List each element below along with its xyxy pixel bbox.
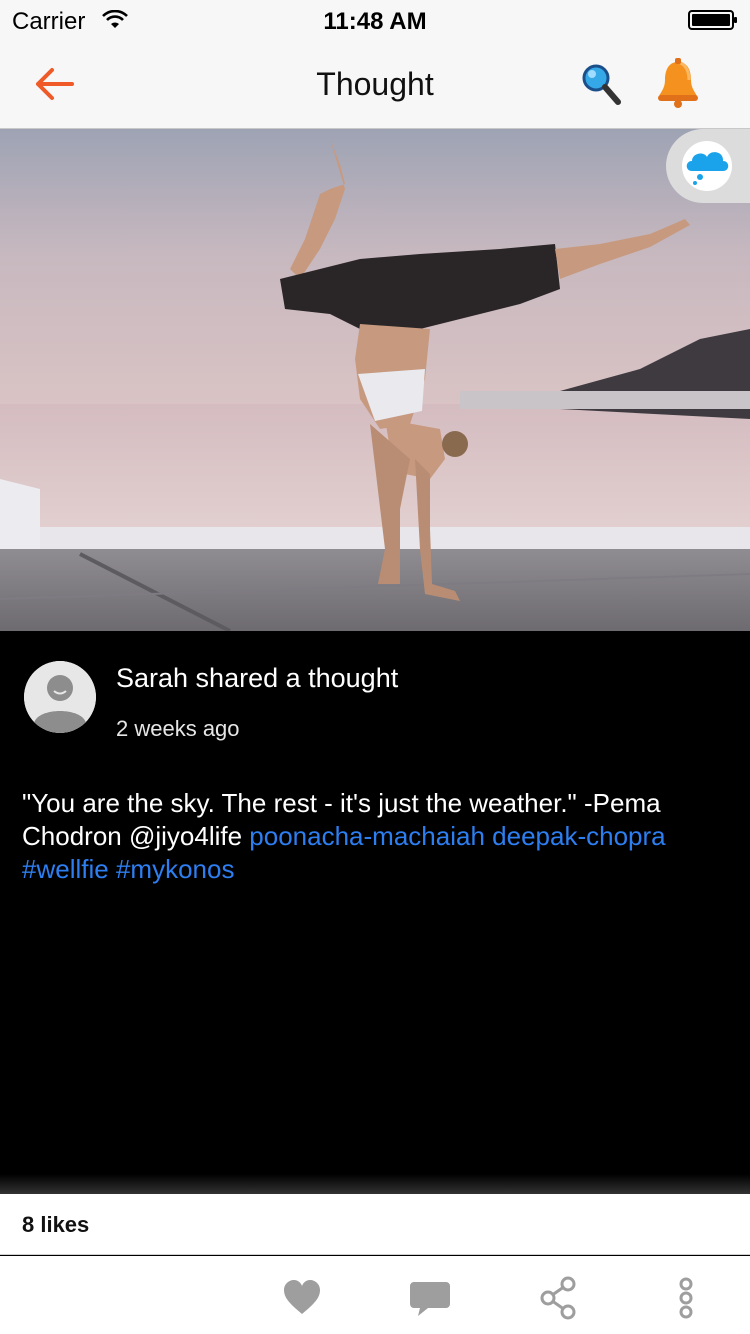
post-text: "You are the sky. The rest - it's just t…: [22, 787, 742, 886]
divider: [0, 1174, 750, 1194]
page-title: Thought: [316, 66, 434, 102]
comment-icon[interactable]: [408, 1276, 452, 1320]
thought-badge-circle: [682, 141, 732, 191]
more-icon[interactable]: [664, 1276, 708, 1320]
search-icon[interactable]: [578, 60, 622, 108]
post-card: Sarah shared a thought 2 weeks ago "You …: [0, 631, 750, 1194]
likes-count[interactable]: 8 likes: [22, 1212, 89, 1238]
avatar[interactable]: [24, 661, 96, 733]
heart-icon[interactable]: [280, 1276, 324, 1320]
hashtag-link[interactable]: #wellfie: [22, 854, 109, 884]
post-timestamp: 2 weeks ago: [116, 716, 240, 741]
bell-icon[interactable]: [656, 58, 700, 108]
battery-icon: [688, 10, 737, 30]
hashtag-link[interactable]: #mykonos: [116, 854, 235, 884]
mention-link[interactable]: poonacha-machaiah: [249, 821, 485, 851]
nav-bar: Thought: [0, 40, 750, 129]
yoga-handstand-photo: [0, 129, 750, 631]
status-bar: Carrier 11:48 AM: [0, 0, 750, 40]
action-bar: [0, 1256, 750, 1334]
thought-cloud-icon: [686, 152, 729, 185]
status-time: 11:48 AM: [323, 8, 427, 35]
mention-link[interactable]: deepak-chopra: [492, 821, 665, 851]
user-placeholder-icon: [24, 661, 96, 733]
share-icon[interactable]: [536, 1276, 580, 1320]
post-photo[interactable]: [0, 129, 750, 631]
author-line[interactable]: Sarah shared a thought: [116, 663, 398, 694]
likes-bar: 8 likes: [0, 1194, 750, 1255]
thought-badge[interactable]: [666, 129, 750, 203]
